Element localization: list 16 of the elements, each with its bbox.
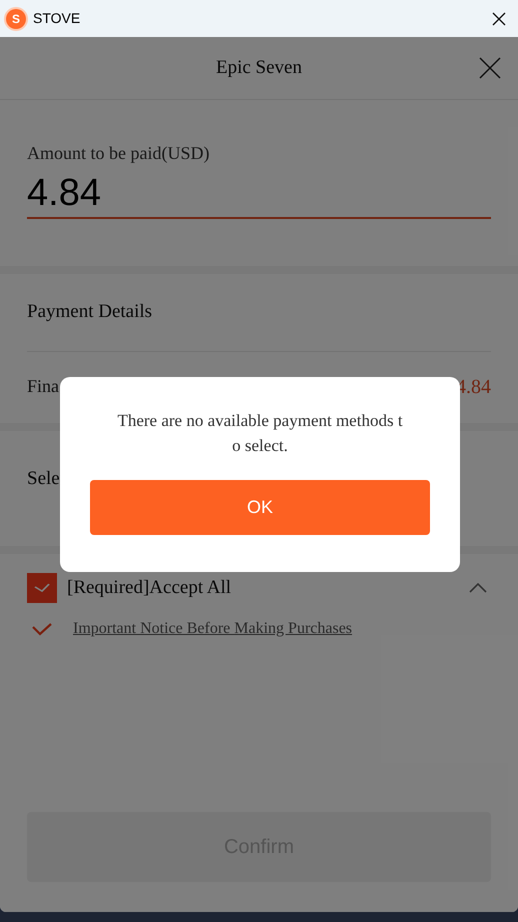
accept-all-label: [Required]Accept All bbox=[67, 576, 232, 600]
amount-label: Amount to be paid(USD) bbox=[27, 142, 210, 165]
ok-button[interactable]: OK bbox=[90, 480, 430, 535]
amount-value: 4.84 bbox=[27, 171, 491, 219]
check-icon bbox=[34, 582, 50, 594]
final-amount-label: Fina bbox=[27, 375, 60, 398]
dialog-message: There are no available payment methods to select. bbox=[116, 410, 404, 457]
window-title: STOVE bbox=[33, 9, 80, 28]
chevron-up-icon[interactable] bbox=[469, 583, 487, 593]
section-title: Payment Details bbox=[27, 274, 491, 352]
section-title: Sele bbox=[27, 468, 60, 489]
notice-link[interactable]: Important Notice Before Making Purchases bbox=[73, 617, 352, 641]
close-icon[interactable] bbox=[492, 12, 506, 26]
page-title: Epic Seven bbox=[216, 56, 302, 80]
app-logo: S bbox=[6, 8, 26, 28]
checkbox[interactable] bbox=[27, 573, 57, 603]
